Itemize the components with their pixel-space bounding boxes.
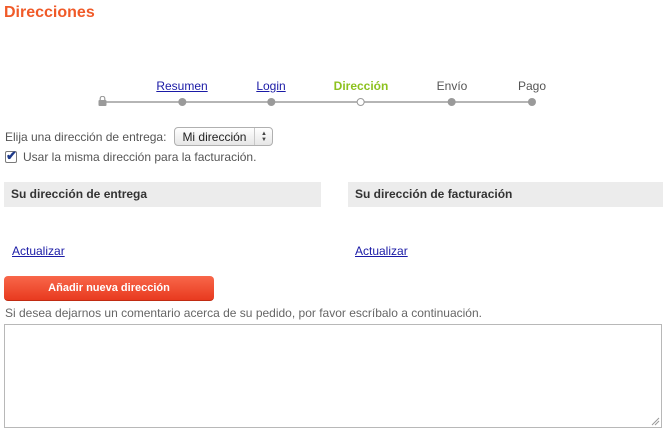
delivery-address-select[interactable]: Mi dirección ▲ ▼ [174, 127, 274, 146]
step-envio: Envío [436, 78, 468, 106]
step-dot [177, 98, 186, 106]
step-login-label[interactable]: Login [256, 78, 285, 94]
delivery-selector-label: Elija una dirección de entrega: [5, 129, 167, 144]
update-billing-link[interactable]: Actualizar [355, 244, 408, 258]
step-dot [528, 98, 536, 106]
same-address-checkbox[interactable]: ✔ [5, 148, 17, 163]
delivery-selector-row: Elija una dirección de entrega: Mi direc… [5, 127, 274, 146]
resize-grip-icon[interactable] [650, 416, 660, 426]
step-resumen[interactable]: Resumen [156, 78, 208, 106]
step-login[interactable]: Login [256, 78, 286, 106]
step-dot [448, 98, 456, 106]
delivery-address-heading: Su dirección de entrega [4, 182, 321, 207]
select-arrows-icon: ▲ ▼ [254, 128, 272, 145]
comment-label: Si desea dejarnos un comentario acerca d… [5, 306, 482, 320]
step-pago-label: Pago [517, 79, 547, 93]
step-direccion: Dirección [333, 78, 389, 106]
step-pago: Pago [517, 78, 547, 106]
checkmark-icon: ✔ [6, 148, 17, 163]
update-delivery-link[interactable]: Actualizar [12, 244, 65, 258]
step-dot-current [357, 98, 365, 106]
step-direccion-label: Dirección [333, 79, 389, 93]
lock-icon [98, 96, 107, 106]
same-address-label: Usar la misma dirección para la facturac… [23, 150, 257, 164]
step-dot [267, 98, 275, 106]
progress-line [104, 101, 532, 103]
delivery-address-value: Mi dirección [182, 129, 247, 144]
step-envio-label: Envío [436, 79, 468, 93]
comment-textarea[interactable] [4, 324, 662, 428]
billing-address-heading: Su dirección de facturación [348, 182, 663, 207]
same-address-row: ✔ Usar la misma dirección para la factur… [5, 148, 257, 164]
page-title: Direcciones [4, 4, 95, 21]
add-address-button[interactable]: Añadir nueva dirección [4, 276, 214, 301]
step-resumen-label[interactable]: Resumen [156, 78, 207, 94]
